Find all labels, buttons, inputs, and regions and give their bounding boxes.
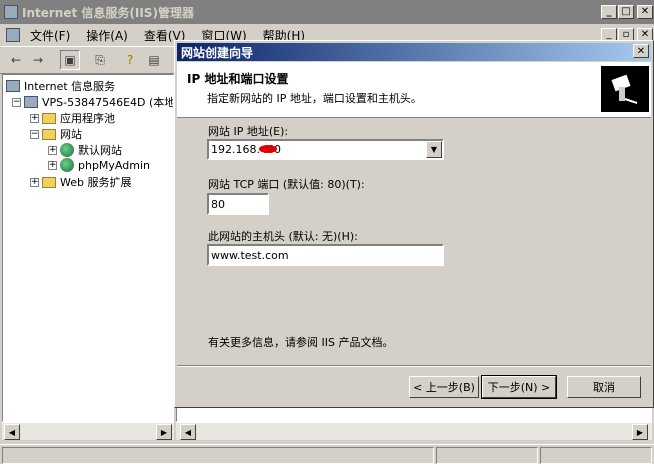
tcp-port-input[interactable]: 80 [207,193,269,215]
scroll-right-icon[interactable]: ▶ [632,424,648,440]
scroll-left-icon[interactable]: ◀ [4,424,20,440]
tcp-port-value: 80 [211,197,225,211]
tree-item-phpmyadmin[interactable]: + phpMyAdmin [48,158,150,172]
cancel-button[interactable]: 取消 [567,376,641,398]
tree-pane: Internet 信息服务 − VPS-53847546E4D (本地计 + 应… [2,74,174,422]
tree-item-label: Web 服务扩展 [60,176,132,189]
header-subtitle: 指定新网站的 IP 地址，端口设置和主机头。 [207,92,422,105]
info-text: 有关更多信息，请参阅 IIS 产品文档。 [208,336,394,349]
host-header-label: 此网站的主机头 (默认: 无)(H): [208,230,358,243]
tree-item-app-pools[interactable]: + 应用程序池 [30,110,115,126]
host-header-value: www.test.com [211,248,289,262]
dialog-header: IP 地址和端口设置 指定新网站的 IP 地址，端口设置和主机头。 [177,62,651,118]
collapse-icon[interactable]: − [12,97,21,107]
dialog-title: 网站创建向导 [181,45,254,60]
back-button[interactable]: < 上一步(B) [409,376,479,398]
status-panel [2,447,434,464]
tree-horizontal-scrollbar[interactable]: ◀ ▶ [2,422,174,440]
dialog-close-button[interactable]: ✕ [633,44,649,58]
menu-file[interactable]: 文件(F) [30,27,70,44]
tree-item-label: 应用程序池 [60,112,115,125]
tree-root-label: Internet 信息服务 [24,80,116,93]
server-icon [24,96,38,108]
wizard-icon [601,66,649,112]
tree-server-label: VPS-53847546E4D (本地计 [42,96,174,109]
tree-item-web-extensions[interactable]: + Web 服务扩展 [30,174,131,190]
next-button[interactable]: 下一步(N) > [481,375,557,399]
button-separator [177,365,651,367]
maximize-button[interactable]: □ [618,5,634,19]
ip-address-combobox[interactable]: 192.168. .40 ▼ [207,139,444,160]
content-horizontal-scrollbar[interactable]: ◀ ▶ [176,422,652,440]
tree-root[interactable]: Internet 信息服务 [6,78,115,94]
tree-item-label: phpMyAdmin [78,158,150,172]
iis-icon [6,80,20,92]
scroll-left-icon[interactable]: ◀ [180,424,196,440]
tree-server[interactable]: − VPS-53847546E4D (本地计 [12,94,174,110]
chevron-down-icon[interactable]: ▼ [426,141,442,158]
show-hide-tree-icon[interactable]: ▣ [60,50,80,70]
folder-icon [42,176,56,188]
mmc-icon[interactable] [6,28,20,42]
help-icon[interactable]: ? [120,50,140,70]
minimize-button[interactable]: _ [601,5,617,19]
app-icon [4,5,18,19]
collapse-icon[interactable]: − [30,129,39,139]
tree-item-label: 默认网站 [78,144,122,157]
expand-icon[interactable]: + [48,145,57,155]
export-list-icon[interactable]: ⎘ [90,50,110,70]
folder-icon [42,112,56,124]
website-wizard-dialog: 网站创建向导 ✕ IP 地址和端口设置 指定新网站的 IP 地址，端口设置和主机… [174,40,654,408]
forward-arrow-icon[interactable]: → [28,50,48,70]
back-arrow-icon[interactable]: ← [6,50,26,70]
redaction-mark [259,145,277,153]
tree-item-websites[interactable]: − 网站 [30,126,82,142]
expand-icon[interactable]: + [48,160,57,170]
expand-icon[interactable]: + [30,113,39,123]
tcp-port-label: 网站 TCP 端口 (默认值: 80)(T): [208,178,365,191]
status-bar [0,444,654,464]
status-panel [436,447,538,464]
scroll-right-icon[interactable]: ▶ [156,424,172,440]
host-header-input[interactable]: www.test.com [207,244,444,266]
globe-icon [60,158,74,172]
globe-icon [60,143,74,157]
tree-item-label: 网站 [60,128,82,141]
window-title: Internet 信息服务(IIS)管理器 [22,5,194,20]
folder-open-icon [42,128,56,140]
ip-address-label: 网站 IP 地址(E): [208,125,289,138]
dialog-title-bar[interactable]: 网站创建向导 [177,43,651,61]
expand-icon[interactable]: + [30,177,39,187]
status-panel [540,447,652,464]
tree-item-default-site[interactable]: + 默认网站 [48,142,122,158]
properties-icon[interactable]: ▤ [144,50,164,70]
close-button[interactable]: ✕ [637,5,653,19]
main-title-bar[interactable]: Internet 信息服务(IIS)管理器 _ □ ✕ [0,0,654,24]
menu-action[interactable]: 操作(A) [86,27,128,44]
header-title: IP 地址和端口设置 [187,72,289,86]
